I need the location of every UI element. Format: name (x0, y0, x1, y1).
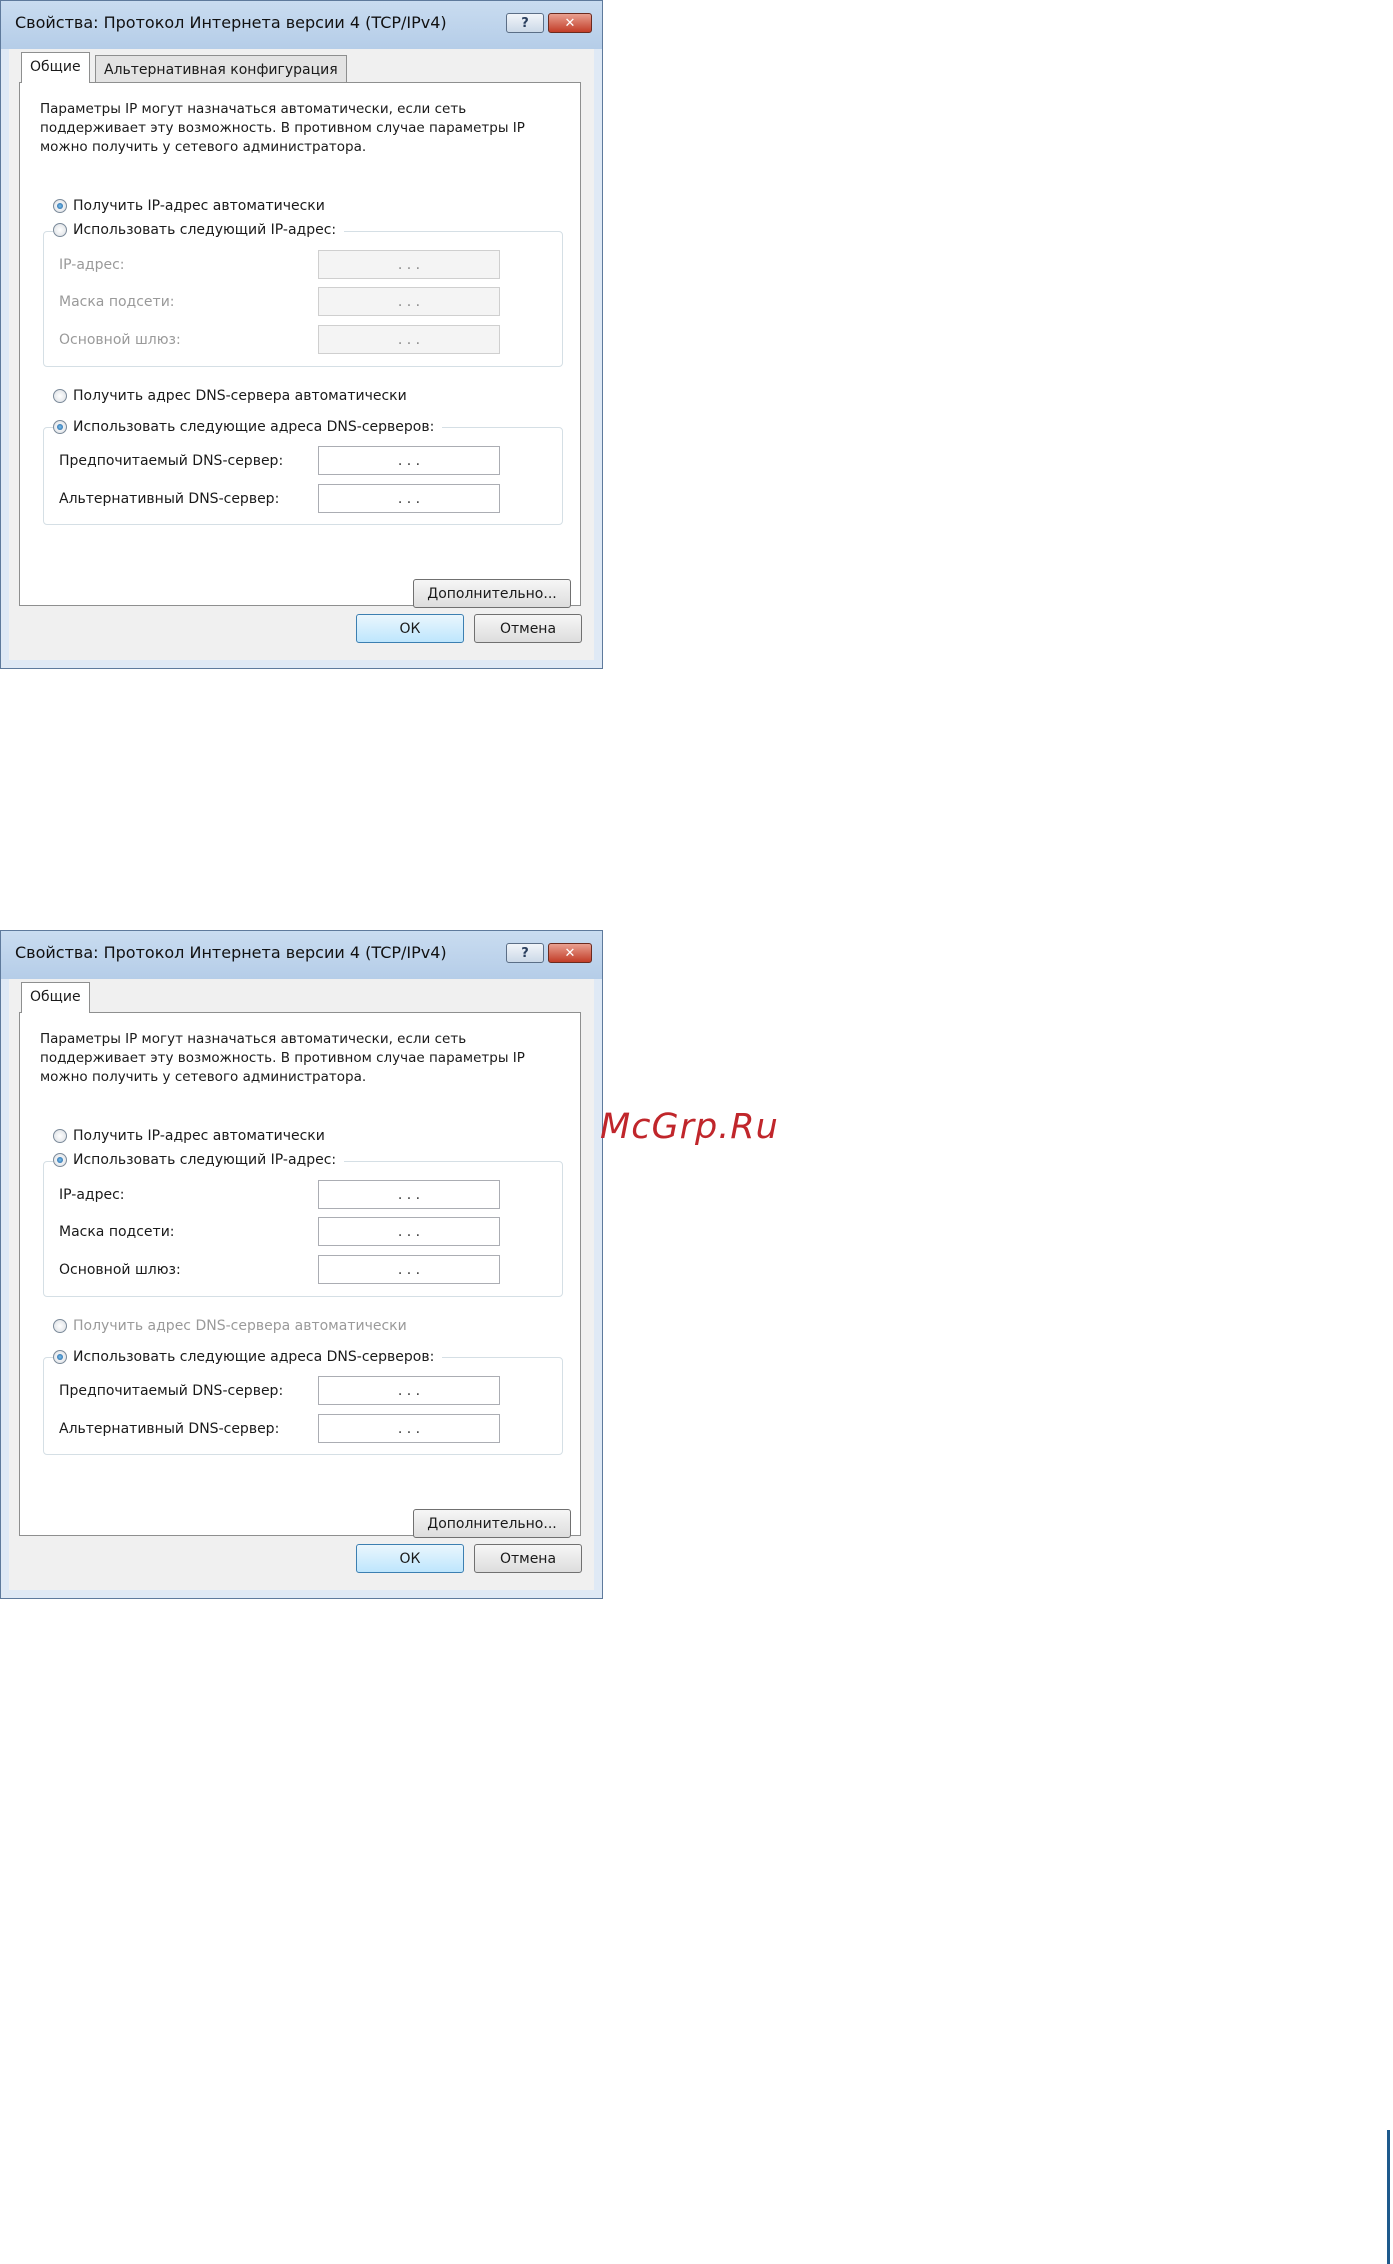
ip-address-label: IP-адрес: (59, 1187, 125, 1203)
gateway-value: . . . (397, 331, 421, 348)
alternate-dns-value: . . . (397, 1420, 421, 1437)
ip-manual-radio[interactable]: Использовать следующий IP-адрес: (53, 1152, 345, 1168)
ok-button[interactable]: ОК (356, 1544, 464, 1573)
dns-manual-radio[interactable]: Использовать следующие адреса DNS-сервер… (53, 1349, 443, 1365)
close-icon: ✕ (564, 945, 576, 961)
cancel-button[interactable]: Отмена (474, 614, 582, 643)
gateway-label: Основной шлюз: (59, 332, 181, 348)
tab-general[interactable]: Общие (21, 52, 90, 83)
subnet-mask-label: Маска подсети: (59, 1224, 175, 1240)
dialog-title: Свойства: Протокол Интернета версии 4 (T… (15, 13, 447, 32)
radio-icon (53, 389, 67, 403)
description-text: Параметры IP могут назначаться автоматич… (40, 1031, 525, 1085)
title-bar[interactable]: Свойства: Протокол Интернета версии 4 (T… (1, 931, 602, 979)
general-panel: Параметры IP могут назначаться автоматич… (19, 82, 581, 608)
dns-auto-radio[interactable]: Получить адрес DNS-сервера автоматически (53, 1318, 415, 1334)
gateway-input[interactable]: . . . (318, 325, 500, 354)
ip-address-value: . . . (397, 256, 421, 273)
ip-address-label: IP-адрес: (59, 257, 125, 273)
help-button[interactable]: ? (506, 943, 544, 963)
general-panel: Параметры IP могут назначаться автоматич… (19, 1012, 581, 1538)
help-icon: ? (521, 945, 529, 961)
ip-auto-label: Получить IP-адрес автоматически (73, 198, 325, 214)
advanced-button[interactable]: Дополнительно... (413, 1509, 571, 1538)
tcpip-dialog-static: Свойства: Протокол Интернета версии 4 (T… (0, 930, 603, 1599)
dns-manual-label: Использовать следующие адреса DNS-сервер… (73, 419, 435, 435)
gateway-label: Основной шлюз: (59, 1262, 181, 1278)
dns-auto-label: Получить адрес DNS-сервера автоматически (73, 388, 407, 404)
close-icon: ✕ (564, 15, 576, 31)
radio-icon (53, 1319, 67, 1333)
ip-address-value: . . . (397, 1186, 421, 1203)
preferred-dns-input[interactable]: . . . (318, 1376, 500, 1405)
page-edge-line (1387, 2130, 1390, 2264)
alternate-dns-label: Альтернативный DNS-сервер: (59, 1421, 280, 1437)
close-button[interactable]: ✕ (548, 943, 592, 963)
ok-button[interactable]: ОК (356, 614, 464, 643)
ip-address-input[interactable]: . . . (318, 250, 500, 279)
subnet-mask-input[interactable]: . . . (318, 1217, 500, 1246)
radio-icon (53, 1129, 67, 1143)
subnet-mask-label: Маска подсети: (59, 294, 175, 310)
ip-address-input[interactable]: . . . (318, 1180, 500, 1209)
dns-auto-label: Получить адрес DNS-сервера автоматически (73, 1318, 407, 1334)
alternate-dns-label: Альтернативный DNS-сервер: (59, 491, 280, 507)
ip-manual-label: Использовать следующий IP-адрес: (73, 1152, 337, 1168)
alternate-dns-value: . . . (397, 490, 421, 507)
dns-manual-label: Использовать следующие адреса DNS-сервер… (73, 1349, 435, 1365)
dialog-body: Общие Альтернативная конфигурация Параме… (9, 49, 594, 660)
ip-auto-radio[interactable]: Получить IP-адрес автоматически (53, 1128, 333, 1144)
ip-manual-label: Использовать следующий IP-адрес: (73, 222, 337, 238)
alternate-dns-input[interactable]: . . . (318, 1414, 500, 1443)
preferred-dns-input[interactable]: . . . (318, 446, 500, 475)
ip-manual-radio[interactable]: Использовать следующий IP-адрес: (53, 222, 345, 238)
tab-general[interactable]: Общие (21, 982, 90, 1013)
advanced-button[interactable]: Дополнительно... (413, 579, 571, 608)
radio-icon (53, 1153, 67, 1167)
watermark-text: McGrp.Ru (600, 1107, 779, 1147)
preferred-dns-value: . . . (397, 1382, 421, 1399)
dialog-body: Общие Параметры IP могут назначаться авт… (9, 979, 594, 1590)
cancel-button[interactable]: Отмена (474, 1544, 582, 1573)
preferred-dns-label: Предпочитаемый DNS-сервер: (59, 1383, 284, 1399)
preferred-dns-value: . . . (397, 452, 421, 469)
preferred-dns-label: Предпочитаемый DNS-сервер: (59, 453, 284, 469)
dns-manual-radio[interactable]: Использовать следующие адреса DNS-сервер… (53, 419, 443, 435)
ip-auto-radio[interactable]: Получить IP-адрес автоматически (53, 198, 333, 214)
radio-icon (53, 1350, 67, 1364)
radio-icon (53, 223, 67, 237)
help-button[interactable]: ? (506, 13, 544, 33)
subnet-mask-input[interactable]: . . . (318, 287, 500, 316)
subnet-mask-value: . . . (397, 293, 421, 310)
gateway-value: . . . (397, 1261, 421, 1278)
radio-icon (53, 199, 67, 213)
ip-auto-label: Получить IP-адрес автоматически (73, 1128, 325, 1144)
description-text: Параметры IP могут назначаться автоматич… (40, 101, 525, 155)
title-bar[interactable]: Свойства: Протокол Интернета версии 4 (T… (1, 1, 602, 49)
subnet-mask-value: . . . (397, 1223, 421, 1240)
dialog-title: Свойства: Протокол Интернета версии 4 (T… (15, 943, 447, 962)
tab-alternate-config[interactable]: Альтернативная конфигурация (95, 55, 347, 83)
gateway-input[interactable]: . . . (318, 1255, 500, 1284)
tcpip-dialog-alt-config: Свойства: Протокол Интернета версии 4 (T… (0, 0, 603, 669)
help-icon: ? (521, 15, 529, 31)
alternate-dns-input[interactable]: . . . (318, 484, 500, 513)
radio-icon (53, 420, 67, 434)
close-button[interactable]: ✕ (548, 13, 592, 33)
dns-auto-radio[interactable]: Получить адрес DNS-сервера автоматически (53, 388, 415, 404)
